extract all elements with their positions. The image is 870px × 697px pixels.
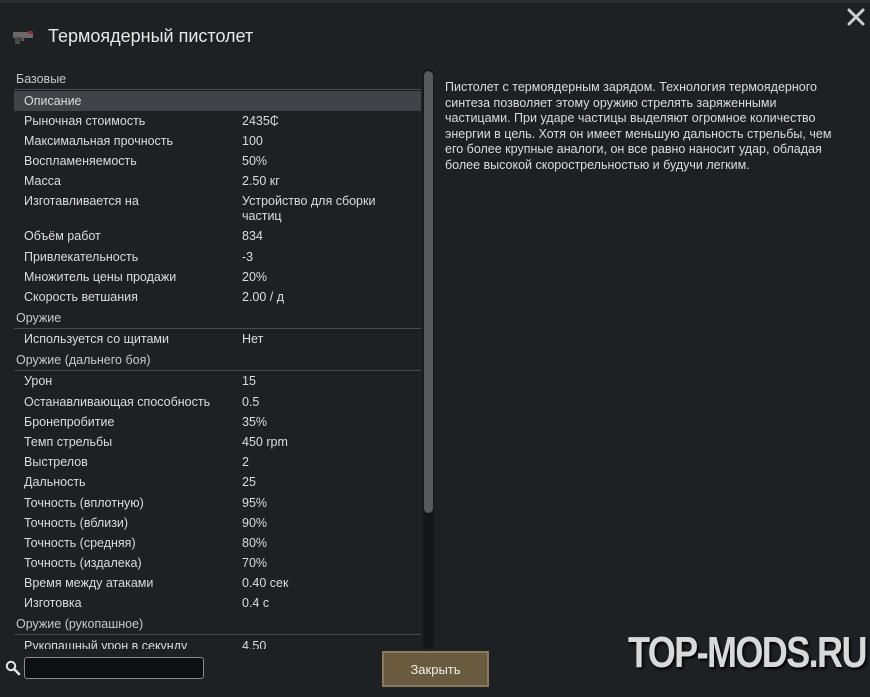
stat-label: Объём работ xyxy=(24,229,101,244)
stat-label: Выстрелов xyxy=(24,455,88,470)
stat-label: Точность (вплотную) xyxy=(24,495,144,510)
stat-value: 834 xyxy=(242,229,263,244)
stat-value: 80% xyxy=(242,535,268,550)
stat-row[interactable]: Масса 2.50 кг xyxy=(14,172,421,192)
stat-label: Максимальная прочность xyxy=(24,133,174,148)
stat-value: 20% xyxy=(242,269,268,284)
stat-value: 0.4 с xyxy=(242,596,270,611)
stat-row[interactable]: Урон 15 xyxy=(14,372,421,392)
stat-label: Множитель цены продажи xyxy=(24,269,177,284)
category-weapon: Оружие xyxy=(14,308,421,329)
stat-row[interactable]: Изготовка 0.4 с xyxy=(14,594,421,614)
stat-value: 0.5 xyxy=(242,394,260,409)
stat-label: Масса xyxy=(24,174,61,189)
stat-row[interactable]: Рукопашный урон в секунду 4.50 xyxy=(14,636,421,649)
stat-row[interactable]: Скорость ветшания 2.00 / д xyxy=(14,288,421,308)
stat-label: Изготовка xyxy=(24,596,82,611)
stat-value: 70% xyxy=(242,556,268,571)
stat-label: Описание xyxy=(24,93,82,108)
item-description: Пистолет с термоядерным зарядом. Техноло… xyxy=(445,80,832,172)
stat-row[interactable]: Время между атаками 0.40 сек xyxy=(14,574,421,594)
search-input[interactable] xyxy=(24,657,204,679)
scrollbar-thumb[interactable] xyxy=(424,71,433,513)
stat-value: 4.50 xyxy=(242,638,267,649)
stat-label: Используется со щитами xyxy=(24,332,169,347)
stat-row[interactable]: Точность (вплотную) 95% xyxy=(14,493,421,513)
pistol-icon xyxy=(13,31,33,44)
stat-label: Останавливающая способность xyxy=(24,394,211,409)
stat-value: 50% xyxy=(242,154,268,169)
stat-value: 2.00 / д xyxy=(242,290,285,304)
stat-label: Воспламеняемость xyxy=(24,154,137,169)
dialog-title: Термоядерный пистолет xyxy=(48,25,254,46)
category-ranged: Оружие (дальнего боя) xyxy=(14,350,421,371)
stat-label: Время между атаками xyxy=(24,576,154,591)
stat-label: Привлекательность xyxy=(24,249,139,264)
stat-label: Точность (издалека) xyxy=(24,556,142,571)
stat-label: Бронепробитие xyxy=(24,414,115,429)
stat-value: 100 xyxy=(242,133,263,148)
stat-label: Дальность xyxy=(24,475,86,490)
stat-value: 2.50 кг xyxy=(242,174,280,189)
stat-value: 0.40 сек xyxy=(242,576,289,591)
stat-value: 90% xyxy=(242,515,268,530)
stat-row[interactable]: Дальность 25 xyxy=(14,473,421,493)
stat-row[interactable]: Рыночная стоимость 2435₵ xyxy=(14,111,421,131)
stat-label: Рыночная стоимость xyxy=(24,113,146,128)
stat-label: Рукопашный урон в секунду xyxy=(24,638,188,649)
stat-label: Точность (вблизи) xyxy=(24,515,129,530)
category-basic: Базовые xyxy=(14,69,421,90)
stat-label: Скорость ветшания xyxy=(24,290,138,304)
stat-row[interactable]: Точность (вблизи) 90% xyxy=(14,513,421,533)
stat-value: 35% xyxy=(242,414,268,429)
stat-value: 2435₵ xyxy=(242,113,279,128)
stat-row[interactable]: Бронепробитие 35% xyxy=(14,412,421,432)
stats-list[interactable]: Базовые Описание Рыночная стоимость 2435₵ М… xyxy=(14,69,421,649)
dialog-header: Термоядерный пистолет xyxy=(10,21,253,51)
stat-value: 2 xyxy=(242,455,249,470)
stat-row[interactable]: Выстрелов 2 xyxy=(14,453,421,473)
stat-row[interactable]: Воспламеняемость 50% xyxy=(14,152,421,172)
stats-scrollbar[interactable] xyxy=(423,69,434,649)
watermark-logo: TOP-MODS.RU xyxy=(628,628,868,677)
stat-row[interactable]: Объём работ 834 xyxy=(14,227,421,247)
stat-value: -3 xyxy=(242,249,254,264)
stat-value: Устройство для сборки частиц xyxy=(242,194,376,224)
category-melee: Оружие (рукопашное) xyxy=(14,614,421,636)
stat-row[interactable]: Темп стрельбы 450 rpm xyxy=(14,432,421,452)
stat-label: Темп стрельбы xyxy=(24,434,113,449)
close-button[interactable]: Закрыть xyxy=(382,651,489,687)
stat-row[interactable]: Описание xyxy=(14,91,421,112)
stat-row[interactable]: Множитель цены продажи 20% xyxy=(14,267,421,287)
stat-label: Точность (средняя) xyxy=(24,535,136,550)
stat-row[interactable]: Привлекательность -3 xyxy=(14,247,421,267)
stat-value: 25 xyxy=(242,475,256,490)
stat-label: Изготавливается на xyxy=(24,194,139,209)
stat-row[interactable]: Точность (средняя) 80% xyxy=(14,533,421,553)
stat-row[interactable]: Останавливающая способность 0.5 xyxy=(14,392,421,412)
stat-row[interactable]: Точность (издалека) 70% xyxy=(14,554,421,574)
stat-row[interactable]: Максимальная прочность 100 xyxy=(14,131,421,151)
info-dialog: Термоядерный пистолет Базовые Описание Ры… xyxy=(0,3,870,697)
stat-label: Урон xyxy=(24,374,53,389)
stat-value: Нет xyxy=(242,332,264,347)
stat-row[interactable]: Используется со щитами Нет xyxy=(14,330,421,350)
stat-value: 95% xyxy=(242,495,268,510)
close-icon[interactable] xyxy=(844,5,868,29)
search-icon xyxy=(5,660,21,676)
stat-value: 450 rpm xyxy=(242,434,288,449)
stat-row[interactable]: Изготавливается на Устройство для сборки … xyxy=(14,192,421,227)
stat-value: 15 xyxy=(242,374,256,389)
